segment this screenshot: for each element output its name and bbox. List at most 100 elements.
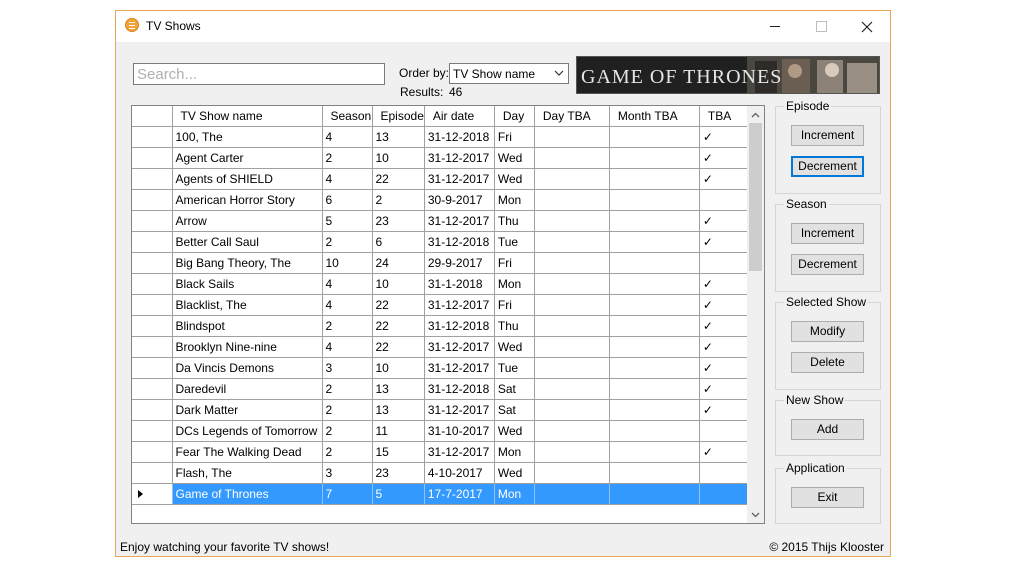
table-cell-air-date[interactable]: 31-12-2017 xyxy=(424,210,495,232)
table-cell-day-tba[interactable] xyxy=(534,420,610,442)
table-cell-day-tba[interactable] xyxy=(534,483,610,505)
table-cell-air-date[interactable]: 31-12-2017 xyxy=(424,441,495,463)
table-cell-season[interactable]: 6 xyxy=(322,189,373,211)
column-header[interactable]: Season xyxy=(322,106,373,127)
table-cell-day-tba[interactable] xyxy=(534,315,610,337)
table-cell-air-date[interactable]: 31-10-2017 xyxy=(424,420,495,442)
scroll-down-button[interactable] xyxy=(747,506,764,523)
table-cell-month-tba[interactable] xyxy=(609,294,700,316)
table-cell-day-tba[interactable] xyxy=(534,189,610,211)
table-cell-name[interactable]: Big Bang Theory, The xyxy=(172,252,323,274)
maximize-button[interactable] xyxy=(798,11,844,42)
table-cell-day[interactable]: Sat xyxy=(494,399,535,421)
row-header[interactable] xyxy=(132,357,173,379)
table-cell-name[interactable]: Black Sails xyxy=(172,273,323,295)
table-row[interactable]: Big Bang Theory, The 10 24 29-9-2017 Fri xyxy=(132,252,750,274)
table-cell-day-tba[interactable] xyxy=(534,441,610,463)
table-cell-day-tba[interactable] xyxy=(534,252,610,274)
vertical-scrollbar[interactable] xyxy=(747,106,764,523)
table-cell-tba[interactable]: ✓ xyxy=(699,441,750,463)
row-header[interactable] xyxy=(132,126,173,148)
table-cell-season[interactable]: 3 xyxy=(322,462,373,484)
row-header[interactable] xyxy=(132,315,173,337)
table-cell-month-tba[interactable] xyxy=(609,336,700,358)
row-header[interactable] xyxy=(132,147,173,169)
episode-decrement-button[interactable]: Decrement xyxy=(791,156,864,177)
table-cell-tba[interactable]: ✓ xyxy=(699,294,750,316)
row-header[interactable] xyxy=(132,420,173,442)
table-cell-air-date[interactable]: 31-12-2017 xyxy=(424,147,495,169)
table-row[interactable]: Dark Matter 2 13 31-12-2017 Sat ✓ xyxy=(132,399,750,421)
table-cell-day[interactable]: Fri xyxy=(494,252,535,274)
table-cell-month-tba[interactable] xyxy=(609,441,700,463)
row-header[interactable] xyxy=(132,252,173,274)
row-header[interactable] xyxy=(132,168,173,190)
minimize-button[interactable] xyxy=(752,11,798,42)
table-row[interactable]: Game of Thrones 7 5 17-7-2017 Mon xyxy=(132,483,750,505)
table-cell-air-date[interactable]: 17-7-2017 xyxy=(424,483,495,505)
table-cell-episode[interactable]: 2 xyxy=(372,189,425,211)
table-cell-season[interactable]: 7 xyxy=(322,483,373,505)
table-cell-air-date[interactable]: 31-12-2018 xyxy=(424,315,495,337)
table-cell-name[interactable]: Better Call Saul xyxy=(172,231,323,253)
column-header[interactable]: Episode xyxy=(372,106,425,127)
column-header[interactable]: TV Show name xyxy=(172,106,323,127)
table-cell-day-tba[interactable] xyxy=(534,336,610,358)
table-cell-month-tba[interactable] xyxy=(609,231,700,253)
table-cell-season[interactable]: 4 xyxy=(322,126,373,148)
table-cell-name[interactable]: Blacklist, The xyxy=(172,294,323,316)
table-cell-air-date[interactable]: 31-12-2017 xyxy=(424,399,495,421)
table-cell-episode[interactable]: 6 xyxy=(372,231,425,253)
table-cell-air-date[interactable]: 31-12-2018 xyxy=(424,231,495,253)
table-row[interactable]: Agent Carter 2 10 31-12-2017 Wed ✓ xyxy=(132,147,750,169)
table-cell-day-tba[interactable] xyxy=(534,462,610,484)
table-cell-episode[interactable]: 22 xyxy=(372,315,425,337)
table-cell-season[interactable]: 3 xyxy=(322,357,373,379)
table-cell-month-tba[interactable] xyxy=(609,399,700,421)
table-cell-season[interactable]: 2 xyxy=(322,441,373,463)
season-decrement-button[interactable]: Decrement xyxy=(791,254,864,275)
episode-increment-button[interactable]: Increment xyxy=(791,125,864,146)
column-header[interactable]: Air date xyxy=(424,106,495,127)
table-cell-episode[interactable]: 13 xyxy=(372,126,425,148)
table-cell-day[interactable]: Sat xyxy=(494,378,535,400)
row-header[interactable] xyxy=(132,399,173,421)
table-cell-name[interactable]: Da Vincis Demons xyxy=(172,357,323,379)
table-cell-day-tba[interactable] xyxy=(534,357,610,379)
table-cell-air-date[interactable]: 31-12-2018 xyxy=(424,126,495,148)
table-cell-tba[interactable] xyxy=(699,189,750,211)
row-header[interactable] xyxy=(132,441,173,463)
table-cell-month-tba[interactable] xyxy=(609,462,700,484)
table-cell-season[interactable]: 2 xyxy=(322,231,373,253)
table-cell-tba[interactable]: ✓ xyxy=(699,357,750,379)
table-cell-name[interactable]: Flash, The xyxy=(172,462,323,484)
table-cell-month-tba[interactable] xyxy=(609,483,700,505)
table-cell-season[interactable]: 5 xyxy=(322,210,373,232)
table-row[interactable]: Da Vincis Demons 3 10 31-12-2017 Tue ✓ xyxy=(132,357,750,379)
modify-button[interactable]: Modify xyxy=(791,321,864,342)
table-cell-day[interactable]: Fri xyxy=(494,294,535,316)
table-cell-tba[interactable]: ✓ xyxy=(699,336,750,358)
column-header[interactable]: TBA xyxy=(699,106,750,127)
exit-button[interactable]: Exit xyxy=(791,487,864,508)
table-cell-tba[interactable]: ✓ xyxy=(699,315,750,337)
row-header[interactable] xyxy=(132,273,173,295)
table-cell-episode[interactable]: 10 xyxy=(372,147,425,169)
add-button[interactable]: Add xyxy=(791,419,864,440)
table-cell-air-date[interactable]: 31-12-2017 xyxy=(424,336,495,358)
table-cell-month-tba[interactable] xyxy=(609,315,700,337)
table-cell-month-tba[interactable] xyxy=(609,252,700,274)
table-cell-episode[interactable]: 5 xyxy=(372,483,425,505)
table-cell-day[interactable]: Thu xyxy=(494,210,535,232)
scroll-up-button[interactable] xyxy=(747,106,764,123)
table-cell-month-tba[interactable] xyxy=(609,357,700,379)
table-cell-tba[interactable]: ✓ xyxy=(699,147,750,169)
table-row[interactable]: DCs Legends of Tomorrow 2 11 31-10-2017 Wed xyxy=(132,420,750,442)
table-cell-day[interactable]: Fri xyxy=(494,126,535,148)
table-cell-episode[interactable]: 10 xyxy=(372,273,425,295)
table-cell-day[interactable]: Tue xyxy=(494,231,535,253)
table-cell-season[interactable]: 2 xyxy=(322,399,373,421)
table-row[interactable]: Agents of SHIELD 4 22 31-12-2017 Wed ✓ xyxy=(132,168,750,190)
table-cell-day[interactable]: Wed xyxy=(494,420,535,442)
table-cell-tba[interactable]: ✓ xyxy=(699,378,750,400)
